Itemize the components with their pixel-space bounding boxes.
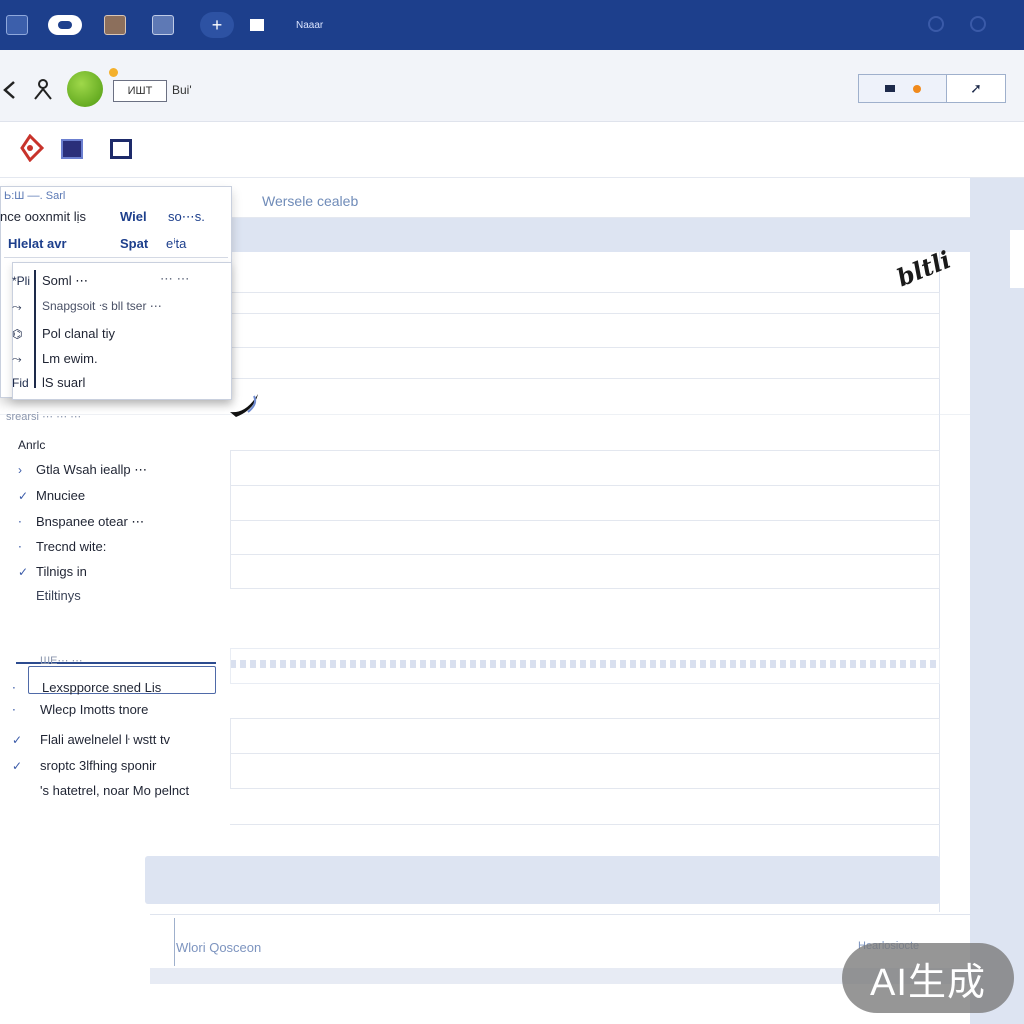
- list-item-label: Wlecp Imotts tnore: [40, 702, 149, 717]
- window-icon[interactable]: [6, 12, 28, 38]
- list-item[interactable]: ✓ Tilnigs in: [18, 564, 87, 579]
- square-icon[interactable]: [250, 12, 264, 38]
- sidebar-section-title: Anrlc: [18, 438, 46, 452]
- image-icon[interactable]: [152, 12, 174, 38]
- list-marker: ⋅: [18, 515, 22, 529]
- document-icon[interactable]: [104, 12, 126, 38]
- table-row: [230, 718, 940, 754]
- popup-header-extra[interactable]: eⁱta: [166, 236, 186, 252]
- list-marker: ⋅: [12, 681, 16, 695]
- submenu-glyph: ⤳: [12, 352, 22, 366]
- segmented-control: ➚: [858, 74, 1006, 103]
- table-row: [230, 648, 940, 684]
- footer-separator: [174, 918, 175, 966]
- list-item[interactable]: ✓ sroptc 3lfhing sponir: [12, 758, 156, 773]
- list-item[interactable]: › Gtla Wsah ieallp ⋯: [18, 462, 147, 478]
- submenu-separator: [34, 270, 36, 388]
- settings-icon[interactable]: [928, 16, 944, 32]
- table-row: [230, 753, 940, 789]
- check-icon: ✓: [18, 489, 29, 503]
- tab-label[interactable]: Wersele cealeb: [262, 193, 358, 209]
- notification-dot: [912, 84, 921, 93]
- watermark: AI生成: [842, 943, 1014, 1013]
- table-row: [230, 313, 940, 348]
- list-item-label: Trecnd wite:: [36, 539, 107, 554]
- bottom-band: [145, 856, 940, 904]
- plus-icon[interactable]: +: [200, 12, 234, 38]
- card-icon: [884, 85, 895, 92]
- divider: [0, 414, 970, 415]
- avatar[interactable]: [67, 71, 103, 107]
- table-row: [230, 347, 940, 379]
- submenu-item[interactable]: Lm ewim.: [42, 351, 98, 366]
- list-item[interactable]: ⋅ Lexspporce sned Lis: [12, 680, 161, 695]
- list-item[interactable]: ⋅ Wlecp Imotts tnore: [12, 702, 148, 717]
- submenu-item[interactable]: lS suarl: [42, 375, 85, 390]
- nav-label: Bui': [172, 83, 192, 97]
- divider: [230, 824, 940, 825]
- list-item-label: Bnspanee otear ⋯: [36, 514, 145, 529]
- box-icon[interactable]: [110, 139, 132, 159]
- nav-chip[interactable]: ИШТ: [113, 80, 167, 102]
- icon-row: [0, 122, 1024, 178]
- user-icon[interactable]: [33, 78, 53, 100]
- segment-right[interactable]: ➚: [947, 75, 1005, 102]
- pointer-icon: [230, 394, 258, 417]
- popup-divider: [4, 257, 228, 258]
- arrow-icon: ➚: [970, 80, 982, 96]
- window-title: Naaar: [296, 20, 324, 31]
- footer-left-text[interactable]: Wlori Qosceon: [176, 940, 261, 955]
- submenu-item-trail: ⋯ ⋯: [160, 271, 190, 286]
- title-bar: + Naaar: [0, 0, 1024, 50]
- submenu-glyph: ⌬: [12, 327, 23, 341]
- scroll-handle[interactable]: [1010, 230, 1024, 288]
- popup-header-left[interactable]: nce ooxnmit lịs: [0, 209, 86, 224]
- popup-title: Ь:Ш ––. Sarl: [4, 190, 66, 202]
- check-icon: ✓: [12, 759, 23, 773]
- table-row: [230, 292, 940, 314]
- check-icon: ✓: [18, 565, 29, 579]
- list-item[interactable]: 's hatetrel, noar Mo pelnct: [12, 783, 189, 798]
- list-marker: ⋅: [12, 703, 16, 717]
- list-item-label: Etiltinys: [36, 588, 81, 603]
- cloud-icon[interactable]: [48, 12, 82, 38]
- panel-icon[interactable]: [61, 139, 83, 159]
- check-icon: ✓: [12, 733, 23, 747]
- list-item-label: Flali awelnelel ŀ wstt tv: [40, 732, 171, 747]
- back-arrow-icon[interactable]: [0, 78, 20, 102]
- list-item[interactable]: ✓ Mnuciee: [18, 488, 85, 503]
- popup-header-right[interactable]: Wiel: [120, 209, 147, 224]
- list-item-label: Gtla Wsah ieallp ⋯: [36, 462, 148, 477]
- list-item[interactable]: ⋅ Bnspanee otear ⋯: [18, 514, 144, 530]
- right-panel: [970, 178, 1024, 1024]
- table-row: [230, 450, 940, 486]
- list-item-label: Tilnigs in: [36, 564, 87, 579]
- list-item-label: 's hatetrel, noar Mo pelnct: [40, 783, 190, 798]
- table-row: [230, 520, 940, 555]
- submenu-glyph: ⤳: [12, 300, 22, 314]
- list-item-label: sroptc 3lfhing sponir: [40, 758, 157, 773]
- submenu-item[interactable]: Snapgsoit ᐧs bll tser ⋯: [42, 299, 162, 313]
- list-item[interactable]: ⋅ Trecnd wite:: [18, 539, 106, 554]
- popup-header-right[interactable]: Spat: [120, 236, 148, 251]
- submenu-item[interactable]: Soml ⋯: [42, 273, 88, 289]
- submenu-glyph: Fid: [12, 376, 29, 390]
- submenu-glyph: *Pli: [12, 274, 31, 288]
- list-item[interactable]: ✓ Flali awelnelel ŀ wstt tv: [12, 732, 170, 747]
- list-item-label: Lexspporce sned Lis: [42, 680, 162, 695]
- list-marker: ›: [18, 463, 22, 477]
- list-item-label: Mnuciee: [36, 488, 86, 503]
- popup-header-extra[interactable]: so⋯s.: [168, 209, 205, 225]
- account-icon[interactable]: [970, 16, 986, 32]
- table-row: [230, 554, 940, 589]
- table-row: [230, 485, 940, 521]
- diamond-icon[interactable]: [16, 134, 44, 162]
- list-marker: ⋅: [18, 540, 22, 554]
- submenu-item[interactable]: Pol clanal tiy: [42, 326, 115, 341]
- status-dot: [109, 68, 118, 77]
- popup-header-left[interactable]: Hlelat avr: [8, 236, 67, 251]
- segment-left[interactable]: [859, 75, 947, 102]
- sidebar-faint-header: srearsi ⋯ ⋯ ⋯: [6, 411, 82, 423]
- list-item[interactable]: Etiltinys: [22, 588, 81, 603]
